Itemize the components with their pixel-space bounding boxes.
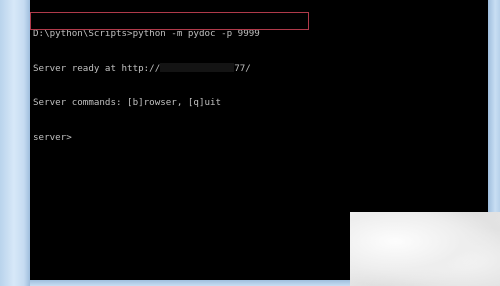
console-line-server-commands: Server commands: [b]rowser, [q]uit [33,97,222,108]
redacted-address [160,62,235,72]
annotation-highlight-box [30,12,309,30]
console-prompt[interactable]: server> [33,132,488,144]
watermark-blur [350,212,500,286]
window-frame-left [0,0,30,286]
server-port-suffix: 77/ [234,62,251,74]
server-ready-text: Server ready at http:// [33,62,161,74]
console-line-server-ready: Server ready at http:// 77/ [33,62,488,75]
